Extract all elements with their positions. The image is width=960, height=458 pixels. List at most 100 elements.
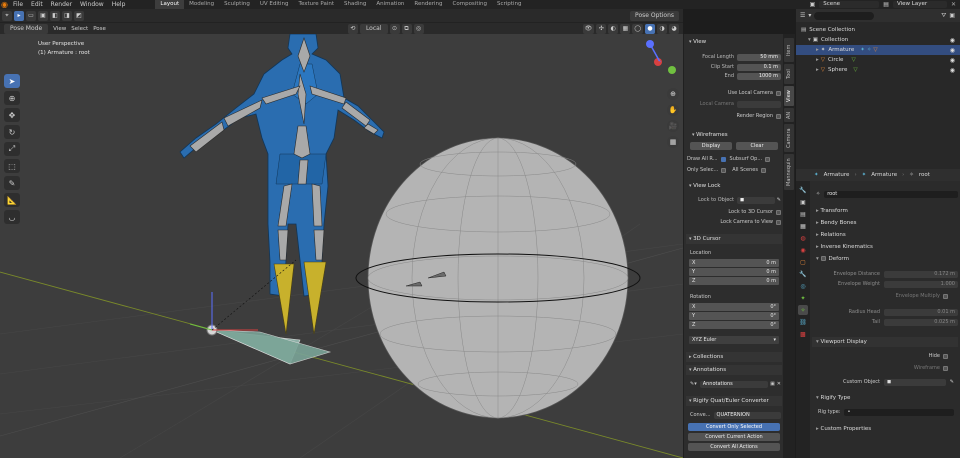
cursor-rotation-y[interactable]: Y 0° xyxy=(689,312,779,320)
select-mode-subtract-icon[interactable]: ◧ xyxy=(50,10,60,21)
lock-3d-cursor-checkbox[interactable] xyxy=(776,209,781,215)
expand-icon[interactable]: ▸ xyxy=(816,57,819,63)
section-transform[interactable]: Transform xyxy=(812,206,958,216)
view-layer-remove-icon[interactable]: ✕ xyxy=(951,1,960,8)
proportional-edit-icon[interactable]: ◎ xyxy=(413,23,424,34)
snap-icon[interactable]: ⧉ xyxy=(401,23,412,34)
menu-file[interactable]: File xyxy=(9,0,27,9)
menu-help[interactable]: Help xyxy=(108,0,130,9)
focal-length-field[interactable]: 50 mm xyxy=(737,53,781,61)
envelope-multiply-checkbox[interactable] xyxy=(943,293,948,299)
lock-to-object-field[interactable]: ◼ xyxy=(737,196,775,204)
viewport-menu-pose[interactable]: Pose xyxy=(93,26,106,32)
section-relations[interactable]: Relations xyxy=(812,230,958,240)
outliner-row-circle[interactable]: ▸ ▽ Circle ▽ ◉ xyxy=(796,55,960,65)
cursor-rotation-x[interactable]: X 0° xyxy=(689,303,779,311)
texture-tab-icon[interactable]: ▩ xyxy=(798,329,808,339)
rig-type-field[interactable]: • xyxy=(844,408,954,416)
collections-header[interactable]: Collections xyxy=(686,352,782,362)
transform-orientation-dropdown[interactable]: Local xyxy=(359,23,388,34)
select-mode-extend-icon[interactable]: ▣ xyxy=(38,10,48,21)
outliner-new-collection-icon[interactable]: ▣ xyxy=(949,12,960,19)
viewport-menu-view[interactable]: View xyxy=(53,26,66,32)
annotate-tool-icon[interactable]: ✎ xyxy=(4,176,20,190)
wireframe-checkbox[interactable] xyxy=(943,365,948,371)
outliner-search-input[interactable] xyxy=(814,11,875,20)
eyedropper-icon[interactable]: ✎ xyxy=(950,379,954,385)
shading-wireframe-icon[interactable]: ◯ xyxy=(632,23,643,34)
select-box-icon[interactable]: ▸ xyxy=(14,10,24,21)
clip-end-field[interactable]: 1000 m xyxy=(737,72,781,80)
eye-icon[interactable]: ◉ xyxy=(950,57,955,64)
scene-selector[interactable]: Scene xyxy=(819,1,880,8)
cursor-tool-icon[interactable]: ⊕ xyxy=(4,91,20,105)
eyedropper-icon[interactable]: ✎ xyxy=(777,197,781,203)
outliner-row-scene-collection[interactable]: ▤ Scene Collection xyxy=(796,25,960,35)
render-region-checkbox[interactable] xyxy=(776,113,781,119)
outliner-row-armature[interactable]: ▸ ✦ Armature ✦ ✧ ▽ ◉ xyxy=(796,45,960,55)
transform-tool-icon[interactable]: ⬚ xyxy=(4,159,20,173)
wireframe-clear-button[interactable]: Clear xyxy=(736,142,778,150)
overlay-icon[interactable]: ◐ xyxy=(608,23,619,34)
move-tool-icon[interactable]: ✥ xyxy=(4,108,20,122)
pivot-point-icon[interactable]: ⊙ xyxy=(389,23,400,34)
workspace-tab-layout[interactable]: Layout xyxy=(155,0,185,9)
annotation-new-icon[interactable]: ▣ xyxy=(770,381,775,387)
axis-gizmo[interactable] xyxy=(646,40,676,74)
render-tab-icon[interactable]: ▣ xyxy=(798,197,808,207)
menu-window[interactable]: Window xyxy=(76,0,108,9)
gizmo-icon[interactable]: ✣ xyxy=(596,23,607,34)
workspace-tab-texture-paint[interactable]: Texture Paint xyxy=(294,0,340,9)
envelope-weight-field[interactable]: 1.000 xyxy=(884,280,958,288)
workspace-tab-modeling[interactable]: Modeling xyxy=(184,0,219,9)
view-layer-tab-icon[interactable]: ▦ xyxy=(798,221,808,231)
workspace-tab-sculpting[interactable]: Sculpting xyxy=(219,0,255,9)
subsurf-checkbox[interactable] xyxy=(765,156,771,162)
cursor-location-x[interactable]: X0 m xyxy=(689,259,779,267)
eye-icon[interactable]: ◉ xyxy=(950,47,955,54)
3d-cursor-header[interactable]: 3D Cursor xyxy=(686,234,782,244)
cursor-location-z[interactable]: Z0 m xyxy=(689,277,779,285)
section-bendy-bones[interactable]: Bendy Bones xyxy=(812,218,958,228)
tab-tool[interactable]: Tool xyxy=(784,64,794,84)
outliner-row-sphere[interactable]: ▸ ▽ Sphere ▽ ◉ xyxy=(796,65,960,75)
annotations-header[interactable]: Annotations xyxy=(686,365,782,375)
view-layer-selector[interactable]: View Layer xyxy=(892,1,947,8)
viewport-menu-select[interactable]: Select xyxy=(71,26,88,32)
annotations-field[interactable]: Annotations xyxy=(699,380,769,388)
tool-tab-icon[interactable]: 🔧 xyxy=(798,185,808,195)
measure-tool-icon[interactable]: 📐 xyxy=(4,193,20,207)
tab-camera[interactable]: Camera xyxy=(784,124,794,152)
cursor-rotation-z[interactable]: Z 0° xyxy=(689,321,779,329)
pose-options-dropdown[interactable]: Pose Options xyxy=(630,10,679,21)
wireframe-display-button[interactable]: Display xyxy=(690,142,732,150)
radius-head-field[interactable]: 0.01 m xyxy=(884,308,958,316)
select-mode-intersect-icon[interactable]: ◩ xyxy=(74,10,84,21)
tab-an[interactable]: AN xyxy=(784,108,794,122)
shading-solid-icon[interactable]: ● xyxy=(645,23,655,34)
tab-item[interactable]: Item xyxy=(784,38,794,62)
eye-icon[interactable]: ◉ xyxy=(950,37,955,44)
3d-viewport[interactable]: User Perspective (1) Armature : root ➤ ⊕… xyxy=(0,34,683,458)
expand-icon[interactable]: ▸ xyxy=(816,67,819,73)
section-custom-properties[interactable]: Custom Properties xyxy=(812,424,958,434)
transform-orientation-icon[interactable]: ⟲ xyxy=(347,23,358,34)
world-tab-icon[interactable]: ◉ xyxy=(798,245,808,255)
visibility-icon[interactable]: 👁 xyxy=(582,23,595,34)
view-panel-header[interactable]: View xyxy=(686,37,782,47)
physics-tab-icon[interactable]: ◎ xyxy=(798,281,808,291)
hide-checkbox[interactable] xyxy=(943,353,948,359)
editor-type-icon[interactable]: ⌖ xyxy=(2,10,12,21)
convert-all-actions-button[interactable]: Convert All Actions xyxy=(688,443,780,451)
armature-data-tab-icon[interactable]: ✦ xyxy=(798,293,808,303)
all-scenes-checkbox[interactable] xyxy=(760,167,766,173)
bone-tab-icon[interactable]: ✧ xyxy=(798,305,808,315)
shading-material-icon[interactable]: ◑ xyxy=(657,23,667,34)
convert-current-action-button[interactable]: Convert Current Action xyxy=(688,433,780,441)
menu-render[interactable]: Render xyxy=(47,0,76,9)
section-inverse-kinematics[interactable]: Inverse Kinematics xyxy=(812,242,958,252)
rotate-tool-icon[interactable]: ↻ xyxy=(4,125,20,139)
draw-all-checkbox[interactable] xyxy=(720,156,726,162)
section-rigify-type[interactable]: Rigify Type xyxy=(812,393,958,403)
use-local-camera-checkbox[interactable] xyxy=(776,90,781,96)
